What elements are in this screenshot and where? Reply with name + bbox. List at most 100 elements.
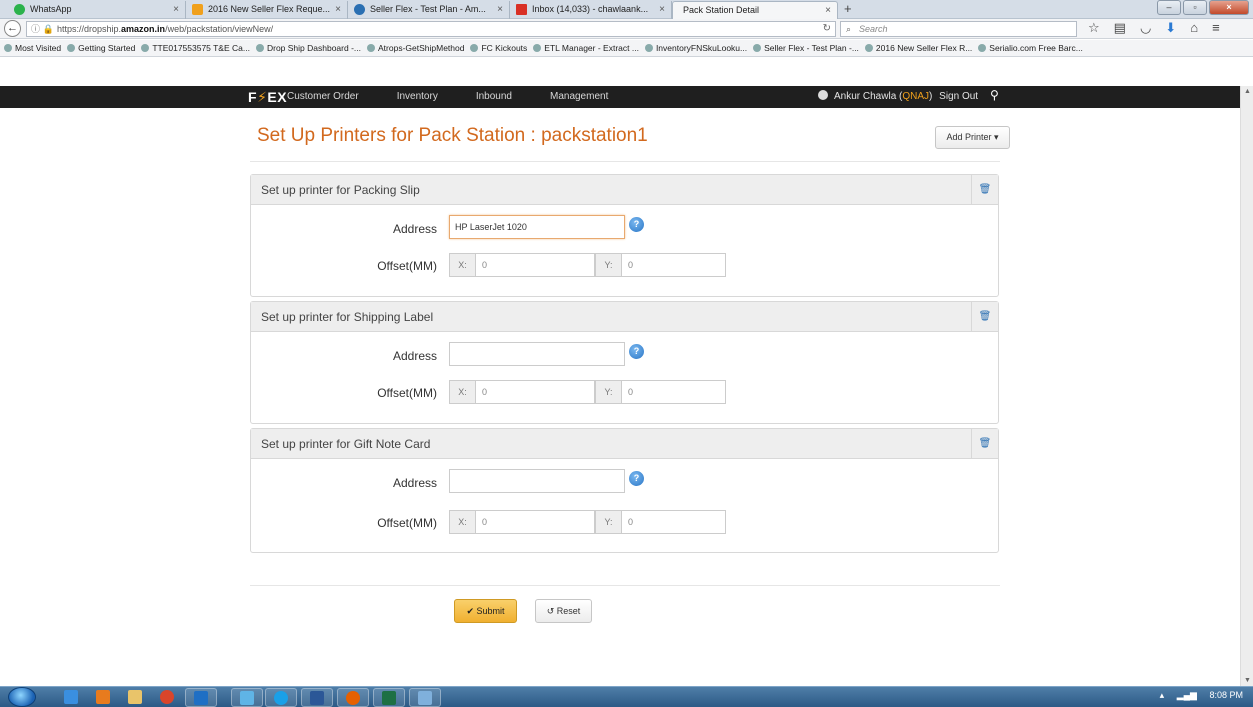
trash-icon[interactable]: 🗑 xyxy=(971,175,998,204)
bookmark-item[interactable]: Serialio.com Free Barc... xyxy=(978,40,1083,56)
windows-taskbar: ▴ ▂▄▆ 8:08 PM xyxy=(0,686,1253,707)
taskbar-excel[interactable] xyxy=(373,688,405,707)
minimize-button[interactable]: – xyxy=(1157,0,1181,15)
bookmark-favicon-icon xyxy=(4,44,12,52)
tab-seller-flex-request[interactable]: 2016 New Seller Flex Reque... × xyxy=(186,1,348,19)
bookmark-favicon-icon xyxy=(470,44,479,52)
taskbar-word[interactable] xyxy=(301,688,333,707)
media-player-icon[interactable] xyxy=(96,690,110,704)
packing-slip-offset-x[interactable]: X: 0 xyxy=(449,253,595,277)
internet-explorer-icon[interactable] xyxy=(64,690,78,704)
taskbar-lync[interactable] xyxy=(231,688,263,707)
help-icon[interactable]: ? xyxy=(629,471,644,486)
panel-title: Set up printer for Shipping Label xyxy=(261,310,434,324)
nav-inventory[interactable]: Inventory xyxy=(397,91,438,102)
nav-management[interactable]: Management xyxy=(550,91,608,102)
help-icon[interactable]: ? xyxy=(629,217,644,232)
panel-shipping-label: Set up printer for Shipping Label 🗑 Addr… xyxy=(250,301,999,424)
nav-customer-order[interactable]: Customer Order xyxy=(287,91,359,102)
taskbar-firefox[interactable] xyxy=(337,688,369,707)
site-info-icon[interactable]: ⓘ 🔒 xyxy=(31,22,54,36)
maximize-button[interactable]: ▫ xyxy=(1183,0,1207,15)
gift-note-address-input[interactable] xyxy=(449,469,625,493)
bookmark-item[interactable]: ETL Manager - Extract ... xyxy=(533,40,639,56)
reset-button[interactable]: ↺ Reset xyxy=(535,599,592,623)
taskbar-screenshot[interactable] xyxy=(409,688,441,707)
gift-note-offset-y[interactable]: Y: 0 xyxy=(595,510,726,534)
pocket-icon[interactable]: ◡ xyxy=(1140,20,1151,36)
bookmark-item[interactable]: InventoryFNSkuLooku... xyxy=(644,40,747,56)
close-tab-icon[interactable]: × xyxy=(825,2,831,19)
wiki-icon xyxy=(354,4,365,15)
search-icon: ⌕ xyxy=(846,24,852,34)
tab-whatsapp[interactable]: WhatsApp × xyxy=(8,1,186,19)
trash-icon[interactable]: 🗑 xyxy=(971,302,998,331)
panel-gift-note-card: Set up printer for Gift Note Card 🗑 Addr… xyxy=(250,428,999,553)
trash-icon[interactable]: 🗑 xyxy=(971,429,998,458)
taskbar-outlook[interactable] xyxy=(185,688,217,707)
flex-logo[interactable]: F⚡EX xyxy=(248,89,287,106)
scroll-up-icon[interactable]: ▲ xyxy=(1244,88,1251,95)
back-button[interactable]: ← xyxy=(4,20,21,37)
taskbar-skype[interactable] xyxy=(265,688,297,707)
start-button[interactable] xyxy=(8,687,36,707)
browser-search-input[interactable]: ⌕ Search xyxy=(840,21,1077,37)
shipping-label-offset-x[interactable]: X: 0 xyxy=(449,380,595,404)
close-window-button[interactable]: × xyxy=(1209,0,1249,15)
new-tab-button[interactable]: + xyxy=(844,0,852,18)
close-tab-icon[interactable]: × xyxy=(497,1,503,18)
tab-test-plan[interactable]: Seller Flex - Test Plan - Am... × xyxy=(348,1,510,19)
nav-inbound[interactable]: Inbound xyxy=(476,91,512,102)
tray-chevron-icon[interactable]: ▴ xyxy=(1160,690,1165,700)
panel-title: Set up printer for Packing Slip xyxy=(261,183,420,197)
tab-inbox[interactable]: Inbox (14,033) - chawlaank... × xyxy=(510,1,672,19)
add-printer-button[interactable]: Add Printer ▾ xyxy=(935,126,1010,149)
divider xyxy=(250,585,1000,586)
url-bar[interactable]: ⓘ 🔒 https://dropship.amazon.in/web/packs… xyxy=(26,21,836,37)
bookmark-item[interactable]: 2016 New Seller Flex R... xyxy=(864,40,972,56)
download-icon[interactable]: ⬇ xyxy=(1165,20,1176,36)
close-tab-icon[interactable]: × xyxy=(335,1,341,18)
browser-tab-bar: WhatsApp × 2016 New Seller Flex Reque...… xyxy=(0,0,1253,19)
tray-network-icon[interactable]: ▂▄▆ xyxy=(1177,690,1197,700)
file-explorer-icon[interactable] xyxy=(128,690,142,704)
bookmark-item[interactable]: Drop Ship Dashboard -... xyxy=(255,40,361,56)
sign-out-link[interactable]: Sign Out xyxy=(939,91,978,102)
bookmark-item[interactable]: TTE017553575 T&E Ca... xyxy=(141,40,250,56)
bookmark-item[interactable]: FC Kickouts xyxy=(470,40,527,56)
user-menu[interactable]: Ankur Chawla (QNAJ) Sign Out xyxy=(818,90,978,102)
shipping-label-offset-y[interactable]: Y: 0 xyxy=(595,380,726,404)
close-tab-icon[interactable]: × xyxy=(659,1,665,18)
page-top-spacer xyxy=(0,57,1240,86)
packing-slip-address-input[interactable]: HP LaserJet 1020 xyxy=(449,215,625,239)
tab-pack-station-detail[interactable]: Pack Station Detail × xyxy=(672,1,838,19)
menu-icon[interactable]: ≡ xyxy=(1212,20,1220,36)
chrome-icon[interactable] xyxy=(160,690,174,704)
reload-icon[interactable]: ↻ xyxy=(823,22,831,36)
address-label: Address xyxy=(392,349,437,363)
help-icon[interactable]: ? xyxy=(629,344,644,359)
panel-header: Set up printer for Gift Note Card 🗑 xyxy=(251,429,998,459)
close-tab-icon[interactable]: × xyxy=(173,1,179,18)
gift-note-offset-x[interactable]: X: 0 xyxy=(449,510,595,534)
bookmark-item[interactable]: Most Visited xyxy=(4,40,61,56)
scroll-down-icon[interactable]: ▼ xyxy=(1244,677,1251,684)
bookmark-item[interactable]: Getting Started xyxy=(67,40,135,56)
panel-header: Set up printer for Packing Slip 🗑 xyxy=(251,175,998,205)
page-scrollbar[interactable]: ▲ ▼ xyxy=(1240,86,1253,686)
packing-slip-offset-y[interactable]: Y: 0 xyxy=(595,253,726,277)
bookmark-star-icon[interactable]: ☆ xyxy=(1088,20,1100,36)
submit-button[interactable]: ✔ Submit xyxy=(454,599,517,623)
bookmarks-list-icon[interactable]: ▤ xyxy=(1114,20,1126,36)
app-header: F⚡EX Customer Order Inventory Inbound Ma… xyxy=(0,86,1240,108)
bookmark-favicon-icon xyxy=(255,44,264,52)
shipping-label-address-input[interactable] xyxy=(449,342,625,366)
app-search-icon[interactable]: ⚲ xyxy=(990,88,999,102)
clock[interactable]: 8:08 PM xyxy=(1209,690,1243,700)
firefox-icon xyxy=(346,691,360,705)
excel-icon xyxy=(382,691,396,705)
bookmark-item[interactable]: Atrops-GetShipMethod xyxy=(367,40,464,56)
bookmark-item[interactable]: Seller Flex - Test Plan -... xyxy=(753,40,859,56)
address-label: Address xyxy=(392,222,437,236)
home-icon[interactable]: ⌂ xyxy=(1190,20,1198,36)
